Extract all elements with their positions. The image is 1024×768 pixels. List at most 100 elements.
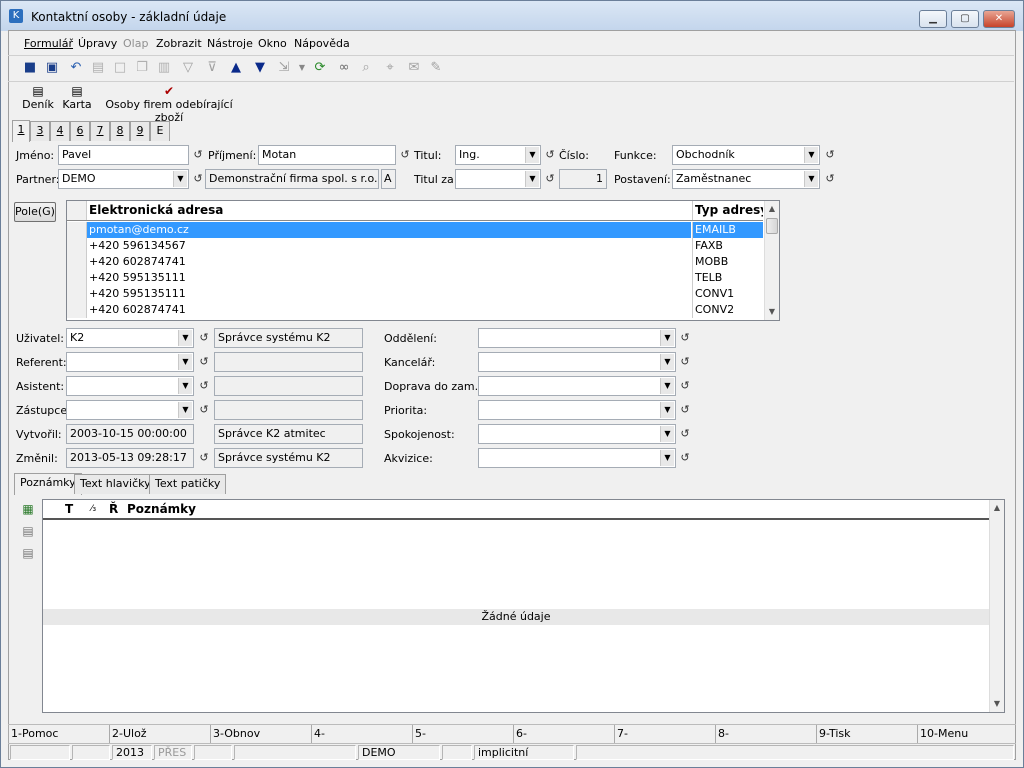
prijmeni-field[interactable]: Motan: [258, 145, 396, 165]
zastupce-select[interactable]: ▼: [66, 400, 194, 420]
add-note-icon[interactable]: ▦: [20, 501, 36, 517]
spokojenost-select[interactable]: ▼: [478, 424, 676, 444]
chevron-down-icon[interactable]: ▼: [804, 147, 818, 163]
menu-formular[interactable]: Formulář: [24, 37, 73, 50]
chevron-down-icon[interactable]: ▼: [660, 450, 674, 466]
fkey-7[interactable]: 7-: [614, 725, 715, 743]
book-icon[interactable]: ▥: [156, 60, 172, 76]
type-cell[interactable]: MOBB: [692, 254, 763, 270]
type-cell[interactable]: EMAILB: [692, 222, 763, 238]
address-cell[interactable]: +420 595135111: [87, 270, 691, 286]
history-icon[interactable]: ↺: [192, 173, 204, 185]
tab-8[interactable]: 8: [110, 121, 130, 141]
fkey-5[interactable]: 5-: [412, 725, 513, 743]
history-icon[interactable]: ↺: [679, 404, 691, 416]
col-type-header[interactable]: Typ adresy: [692, 201, 763, 220]
asistent-select[interactable]: ▼: [66, 376, 194, 396]
edit-icon[interactable]: ✎: [428, 60, 444, 76]
tab-6[interactable]: 6: [70, 121, 90, 141]
title-bar[interactable]: K Kontaktní osoby - základní údaje ▁ ▢ ✕: [1, 1, 1023, 31]
history-icon[interactable]: ↺: [198, 356, 210, 368]
chevron-down-icon[interactable]: ▼: [525, 147, 539, 163]
delete-note-icon[interactable]: ▤: [20, 545, 36, 561]
fkey-9[interactable]: 9-Tisk: [816, 725, 917, 743]
tab-7[interactable]: 7: [90, 121, 110, 141]
funkce-select[interactable]: Obchodník ▼: [672, 145, 820, 165]
table-row[interactable]: +420 602874741 CONV2: [67, 302, 763, 318]
col-notes-header[interactable]: Poznámky: [127, 500, 196, 518]
table-row[interactable]: +420 602874741 MOBB: [67, 254, 763, 270]
history-icon[interactable]: ↺: [679, 380, 691, 392]
history-icon[interactable]: ↺: [198, 380, 210, 392]
col-sort-header[interactable]: ⁄₃: [91, 500, 96, 518]
fkey-4[interactable]: 4-: [311, 725, 412, 743]
edit-note-icon[interactable]: ▤: [20, 523, 36, 539]
save-close-icon[interactable]: ▣: [44, 60, 60, 76]
menu-nastroje[interactable]: Nástroje: [207, 37, 253, 50]
history-icon[interactable]: ↺: [679, 356, 691, 368]
address-cell[interactable]: +420 602874741: [87, 254, 691, 270]
history-icon[interactable]: ↺: [192, 149, 204, 161]
close-button[interactable]: ✕: [983, 10, 1015, 28]
scroll-thumb[interactable]: [766, 218, 778, 234]
chevron-down-icon[interactable]: ▼: [178, 402, 192, 418]
tab-poznamky[interactable]: Poznámky: [14, 473, 82, 495]
osoby-firem-button[interactable]: ✔ Osoby firem odebírající zboží: [98, 84, 240, 124]
table-row[interactable]: +420 595135111 TELB: [67, 270, 763, 286]
referent-select[interactable]: ▼: [66, 352, 194, 372]
find-all-icon[interactable]: ⌖: [382, 60, 398, 76]
history-icon[interactable]: ↺: [198, 332, 210, 344]
history-icon[interactable]: ↺: [544, 149, 556, 161]
type-cell[interactable]: CONV2: [692, 302, 763, 318]
goto-icon[interactable]: ⇲: [276, 60, 292, 76]
history-icon[interactable]: ↺: [679, 452, 691, 464]
fkey-3[interactable]: 3-Obnov: [210, 725, 311, 743]
row-selector[interactable]: [67, 254, 87, 270]
scroll-up-icon[interactable]: ▲: [990, 500, 1004, 516]
binoculars-icon[interactable]: ∞: [336, 60, 352, 76]
fkey-2[interactable]: 2-Ulož: [109, 725, 210, 743]
mail-icon[interactable]: ✉: [406, 60, 422, 76]
row-selector[interactable]: [67, 286, 87, 302]
tab-text-paticky[interactable]: Text patičky: [149, 474, 227, 494]
chevron-down-icon[interactable]: ▼: [660, 426, 674, 442]
history-icon[interactable]: ↺: [679, 332, 691, 344]
scroll-up-icon[interactable]: ▲: [765, 201, 779, 217]
history-icon[interactable]: ↺: [824, 173, 836, 185]
minimize-button[interactable]: ▁: [919, 10, 947, 28]
open-icon[interactable]: ▤: [90, 60, 106, 76]
filter-clear-icon[interactable]: ⊽: [204, 60, 220, 76]
tab-1[interactable]: 1: [12, 120, 30, 142]
history-icon[interactable]: ↺: [198, 452, 210, 464]
chevron-down-icon[interactable]: ▼: [173, 171, 187, 187]
scroll-down-icon[interactable]: ▼: [765, 304, 779, 320]
chevron-down-icon[interactable]: ▼: [804, 171, 818, 187]
filter-icon[interactable]: ▽: [180, 60, 196, 76]
undo-icon[interactable]: ↶: [68, 60, 84, 76]
chevron-down-icon[interactable]: ▼: [178, 330, 192, 346]
denik-button[interactable]: ▤ Deník: [20, 84, 56, 111]
save-icon[interactable]: ■: [22, 60, 38, 76]
address-cell[interactable]: +420 595135111: [87, 286, 691, 302]
type-cell[interactable]: TELB: [692, 270, 763, 286]
row-selector[interactable]: [67, 302, 87, 318]
fkey-6[interactable]: 6-: [513, 725, 614, 743]
notes-scrollbar[interactable]: ▲ ▼: [989, 500, 1004, 712]
chevron-down-icon[interactable]: ▼: [525, 171, 539, 187]
row-selector[interactable]: [67, 238, 87, 254]
history-icon[interactable]: ↺: [824, 149, 836, 161]
history-icon[interactable]: ↺: [679, 428, 691, 440]
tab-4[interactable]: 4: [50, 121, 70, 141]
type-cell[interactable]: FAXB: [692, 238, 763, 254]
tab-e[interactable]: E: [150, 121, 170, 141]
tab-9[interactable]: 9: [130, 121, 150, 141]
type-cell[interactable]: CONV1: [692, 286, 763, 302]
doprava-select[interactable]: ▼: [478, 376, 676, 396]
address-cell[interactable]: pmotan@demo.cz: [87, 222, 691, 238]
history-icon[interactable]: ↺: [544, 173, 556, 185]
pole-button[interactable]: Pole(G): [14, 202, 56, 222]
titul-za-select[interactable]: ▼: [455, 169, 541, 189]
refresh-filter-icon[interactable]: ⟳: [312, 60, 328, 76]
tab-3[interactable]: 3: [30, 121, 50, 141]
menu-upravy[interactable]: Úpravy: [78, 37, 117, 50]
